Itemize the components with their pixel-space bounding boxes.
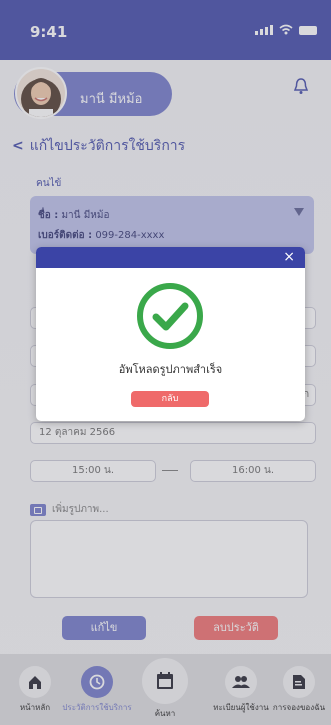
dialog-message: อัพโหลดรูปภาพสำเร็จ [118,363,223,376]
close-icon[interactable]: × [283,249,295,265]
dialog-back-button[interactable]: กลับ [131,391,209,407]
dialog-header: × [36,247,305,268]
upload-success-dialog: × อัพโหลดรูปภาพสำเร็จ กลับ [36,247,305,421]
check-circle-icon [137,283,203,349]
